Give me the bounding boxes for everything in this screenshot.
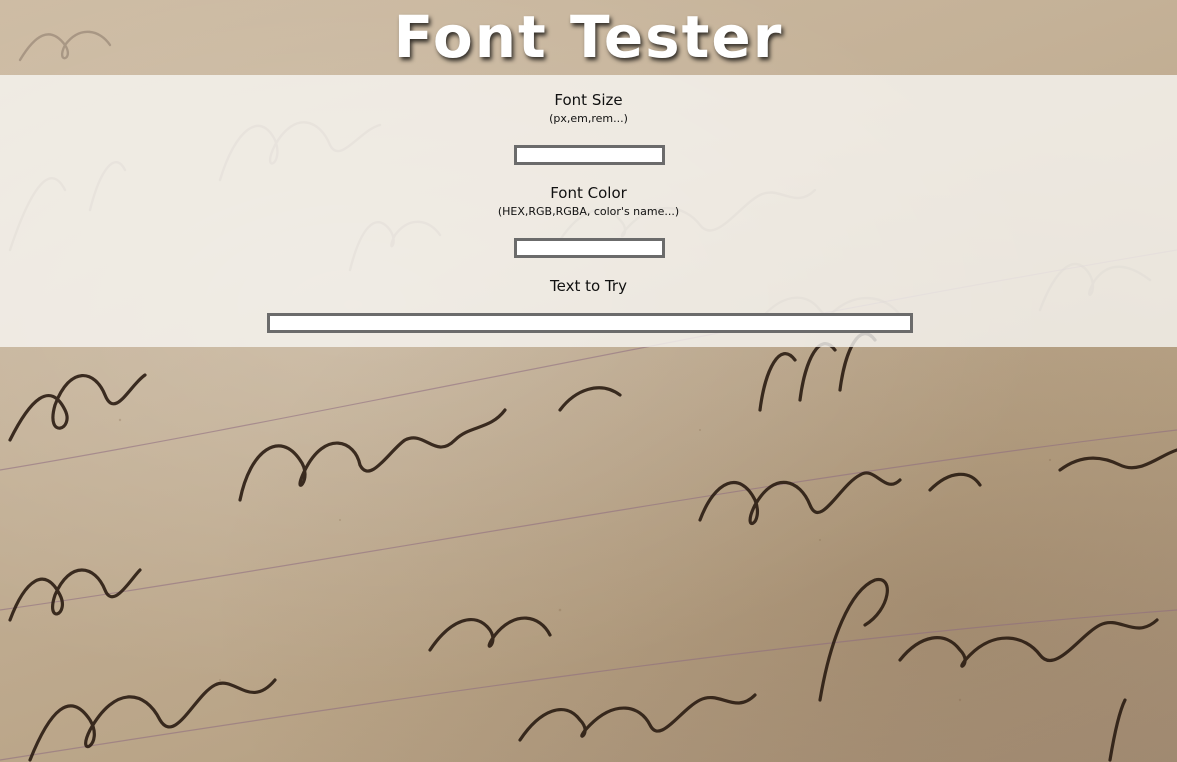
font-size-label: Font Size <box>554 91 623 109</box>
font-color-hint: (HEX,RGB,RGBA, color's name...) <box>497 205 680 218</box>
text-to-try-input[interactable] <box>267 313 913 333</box>
font-color-input[interactable] <box>514 238 665 258</box>
font-color-label: Font Color <box>550 184 627 202</box>
settings-panel: Font Size (px,em,rem...) Font Color (HEX… <box>0 75 1177 347</box>
font-size-input[interactable] <box>514 145 665 165</box>
page-title: Font Tester <box>393 3 784 71</box>
font-size-hint: (px,em,rem...) <box>549 112 628 125</box>
text-to-try-label: Text to Try <box>550 277 627 295</box>
